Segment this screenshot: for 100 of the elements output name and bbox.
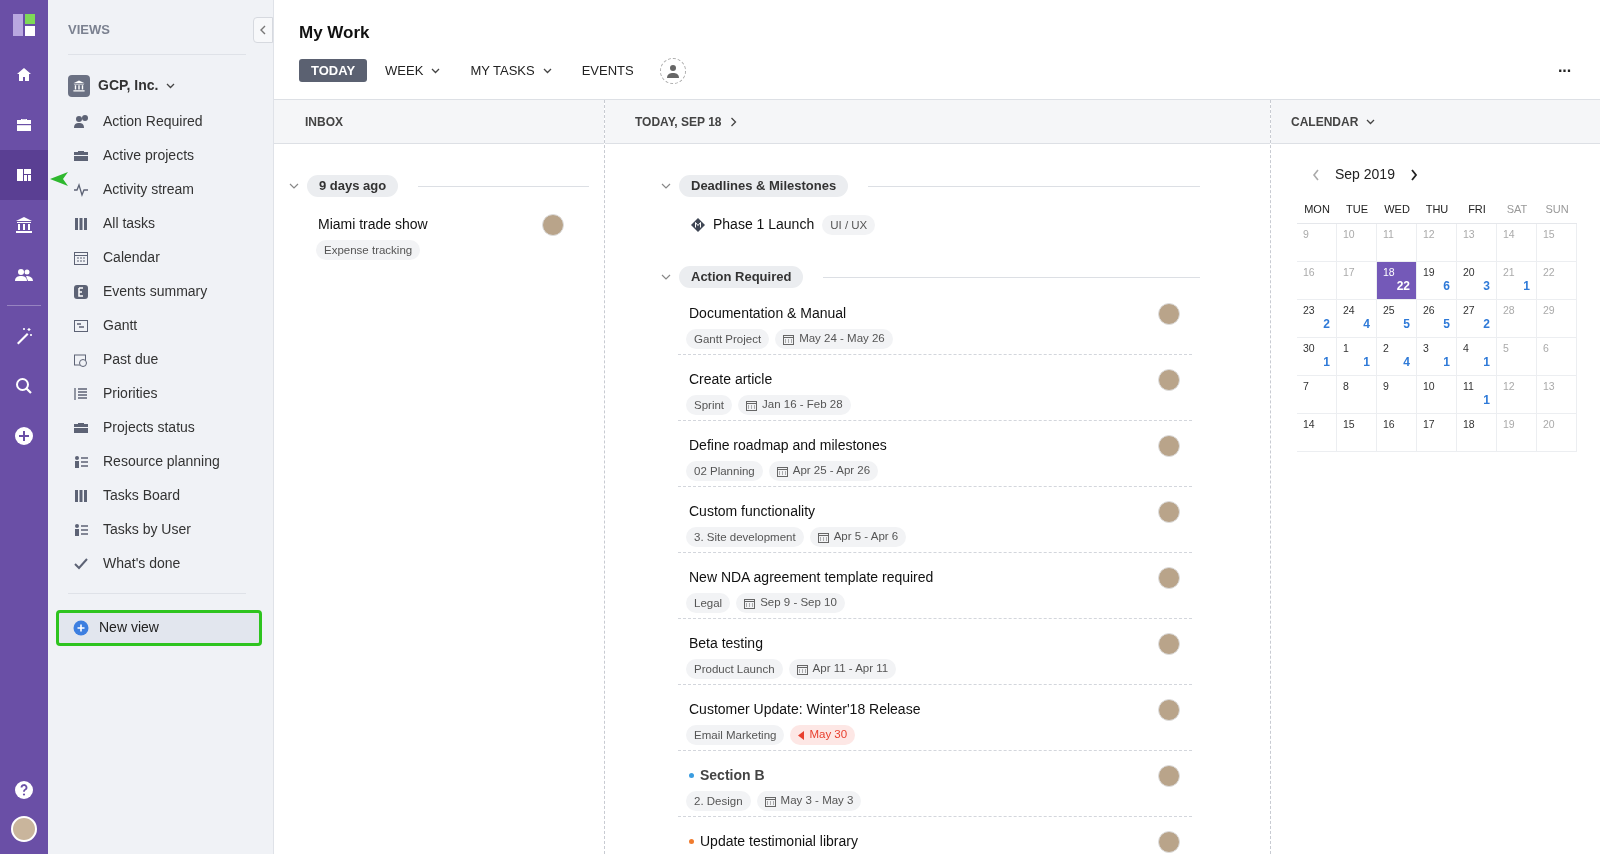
tab[interactable]: TODAY xyxy=(299,59,368,82)
sidebar-item[interactable]: Tasks Board xyxy=(68,478,253,513)
calendar-day[interactable]: 11 1 xyxy=(1457,376,1497,414)
new-view-button[interactable]: New view xyxy=(56,609,262,646)
tab[interactable]: EVENTS xyxy=(569,59,646,82)
tag: Gantt Project xyxy=(686,329,770,349)
chevron-right-icon xyxy=(729,116,737,127)
group-label: Action Required xyxy=(679,266,804,288)
sidebar-item[interactable]: Tasks by User xyxy=(68,512,253,547)
tab[interactable]: WEEK xyxy=(373,59,453,82)
calendar-day[interactable]: 18 xyxy=(1457,414,1497,452)
calendar-day[interactable]: 14 xyxy=(1297,414,1337,452)
calendar-day[interactable]: 10 xyxy=(1417,376,1457,414)
task-title[interactable]: Custom functionality xyxy=(689,501,816,522)
columns-icon xyxy=(73,487,89,504)
calendar-day[interactable]: 21 1 xyxy=(1497,262,1537,300)
milestone-title[interactable]: Phase 1 Launch xyxy=(713,214,815,235)
calendar-day[interactable]: 4 1 xyxy=(1457,338,1497,376)
person-icon xyxy=(665,63,680,78)
calendar-day[interactable]: 19 6 xyxy=(1417,262,1457,300)
chevron-down-icon xyxy=(431,67,441,74)
user-avatar xyxy=(1158,633,1180,655)
sidebar-item[interactable]: Action Required xyxy=(68,104,253,139)
pointer-arrow-icon xyxy=(50,172,68,186)
sidebar-item[interactable]: All tasks xyxy=(68,206,253,241)
sidebar-item[interactable]: Gantt xyxy=(68,308,253,343)
task-title[interactable]: Create article xyxy=(689,369,773,390)
pulse-icon xyxy=(73,181,89,198)
tag: 3. Site development xyxy=(686,527,804,547)
tag: Sprint xyxy=(686,395,733,415)
calendar-day[interactable]: 7 xyxy=(1297,376,1337,414)
collapse-icon[interactable] xyxy=(661,182,671,190)
bank-icon xyxy=(68,74,90,97)
calendar-day[interactable]: 8 xyxy=(1337,376,1377,414)
tag: Expense tracking xyxy=(316,240,421,260)
calendar-icon xyxy=(764,795,776,807)
task-title[interactable]: Miami trade show xyxy=(316,214,428,235)
date-range: Apr 11 - Apr 11 xyxy=(788,659,897,679)
letter-e-icon xyxy=(73,283,89,300)
sidebar-item[interactable]: Events summary xyxy=(68,274,253,309)
calendar-day[interactable]: 30 1 xyxy=(1297,338,1337,376)
logo-icon[interactable] xyxy=(13,14,35,36)
workspace-selector[interactable]: GCP, Inc. xyxy=(68,74,253,97)
calendar-day[interactable]: 9 xyxy=(1377,376,1417,414)
sidebar-item[interactable]: Projects status xyxy=(68,410,253,445)
sidebar-item[interactable]: Priorities xyxy=(68,376,253,411)
calendar-day[interactable]: 23 2 xyxy=(1297,300,1337,338)
calendar-day[interactable]: 27 2 xyxy=(1457,300,1497,338)
calendar-day[interactable]: 3 1 xyxy=(1417,338,1457,376)
triangle-left-icon xyxy=(798,730,805,740)
task-title[interactable]: Customer Update: Winter'18 Release xyxy=(689,699,921,720)
calendar-day[interactable]: 18 22 xyxy=(1377,262,1417,300)
collapse-icon[interactable] xyxy=(661,273,671,281)
column-title[interactable]: TODAY, SEP 18 xyxy=(635,112,737,131)
weekday-label: TUE xyxy=(1345,201,1369,217)
chevron-down-icon xyxy=(1366,118,1376,125)
date-range: Sep 9 - Sep 10 xyxy=(736,593,845,613)
calendar-day[interactable]: 20 3 xyxy=(1457,262,1497,300)
collapse-icon[interactable] xyxy=(289,182,299,190)
sidebar-item[interactable]: Activity stream xyxy=(68,172,253,207)
task-title[interactable]: Beta testing xyxy=(689,633,763,654)
calendar-day[interactable]: 24 4 xyxy=(1337,300,1377,338)
calendar-day[interactable]: 26 5 xyxy=(1417,300,1457,338)
tag: 2. Design xyxy=(686,791,751,811)
date-range: May 24 - May 26 xyxy=(775,329,893,349)
more-button[interactable]: ··· xyxy=(1558,58,1575,83)
user-list-icon xyxy=(73,521,89,538)
task-title[interactable]: Documentation & Manual xyxy=(689,303,847,324)
calendar-day[interactable]: 2 4 xyxy=(1377,338,1417,376)
chevron-down-icon xyxy=(542,67,552,74)
tab[interactable]: MY TASKS xyxy=(458,59,564,82)
page-title: My Work xyxy=(299,22,371,44)
user-avatar xyxy=(1158,765,1180,787)
calendar-day[interactable]: 25 5 xyxy=(1377,300,1417,338)
sidebar-item[interactable]: Calendar xyxy=(68,240,253,275)
calendar-day[interactable]: 17 xyxy=(1417,414,1457,452)
calendar-day[interactable]: 1 1 xyxy=(1337,338,1377,376)
sidebar-item[interactable]: What's done xyxy=(68,546,253,581)
user-avatar[interactable] xyxy=(11,816,37,842)
next-month-icon[interactable] xyxy=(1408,167,1419,182)
task-title[interactable]: Update testimonial library xyxy=(700,831,858,852)
task-title[interactable]: New NDA agreement template required xyxy=(689,567,934,588)
sidebar-item[interactable]: Active projects xyxy=(68,138,253,173)
task-title[interactable]: Section B xyxy=(700,765,765,786)
date-range: Apr 5 - Apr 6 xyxy=(809,527,907,547)
user-avatar xyxy=(1158,831,1180,853)
sidebar-item[interactable]: Resource planning xyxy=(68,444,253,479)
task-title[interactable]: Define roadmap and milestones xyxy=(689,435,887,456)
calendar-day[interactable]: 16 xyxy=(1377,414,1417,452)
calendar-dropdown[interactable]: CALENDAR xyxy=(1291,112,1376,131)
user-list-icon xyxy=(73,453,89,470)
user-alert-icon xyxy=(73,113,89,130)
overdue-date: May 30 xyxy=(790,725,856,745)
calendar-icon xyxy=(746,399,758,411)
sidebar-item[interactable]: Past due xyxy=(68,342,253,377)
group-label: 9 days ago xyxy=(307,175,399,197)
calendar-day[interactable]: 15 xyxy=(1337,414,1377,452)
month-label: Sep 2019 xyxy=(1335,165,1395,184)
tag: Email Marketing xyxy=(686,725,785,745)
help-icon[interactable] xyxy=(14,780,34,800)
